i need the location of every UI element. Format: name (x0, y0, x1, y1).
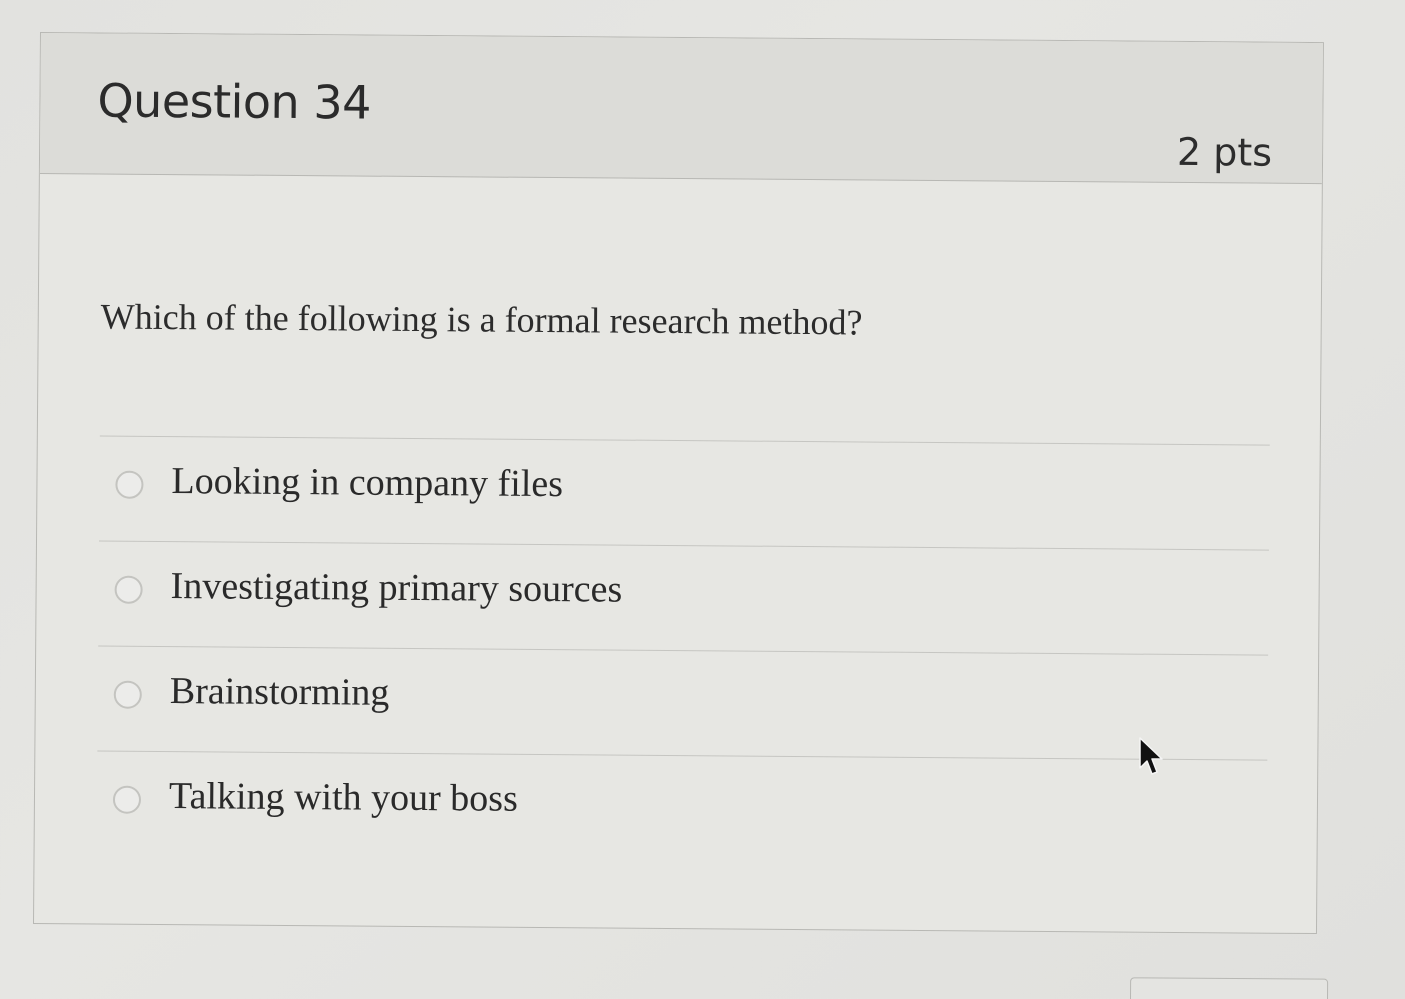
answer-label[interactable]: Talking with your boss (169, 774, 518, 821)
question-title: Question 34 (97, 73, 372, 130)
question-card: Question 34 2 pts Which of the following… (32, 32, 1324, 935)
answer-option-looking-in-company-files[interactable]: Looking in company files (99, 435, 1270, 550)
answer-option-talking-with-your-boss[interactable]: Talking with your boss (96, 750, 1268, 865)
answer-label[interactable]: Brainstorming (170, 669, 390, 715)
question-points: 2 pts (1176, 129, 1273, 175)
question-text: Which of the following is a formal resea… (100, 296, 863, 343)
answer-radio-button[interactable] (113, 680, 142, 709)
answer-option-brainstorming[interactable]: Brainstorming (97, 645, 1269, 760)
partial-button[interactable] (1129, 977, 1329, 999)
question-header: Question 34 2 pts (39, 33, 1323, 185)
answer-label[interactable]: Investigating primary sources (170, 564, 622, 612)
mouse-pointer-icon (1139, 737, 1163, 775)
answer-radio-button[interactable] (114, 575, 143, 604)
answer-list: Looking in company files Investigating p… (96, 435, 1270, 865)
answer-option-investigating-primary-sources[interactable]: Investigating primary sources (98, 540, 1269, 655)
answer-radio-button[interactable] (112, 785, 142, 814)
answer-label[interactable]: Looking in company files (171, 459, 563, 506)
answer-radio-button[interactable] (115, 470, 144, 499)
